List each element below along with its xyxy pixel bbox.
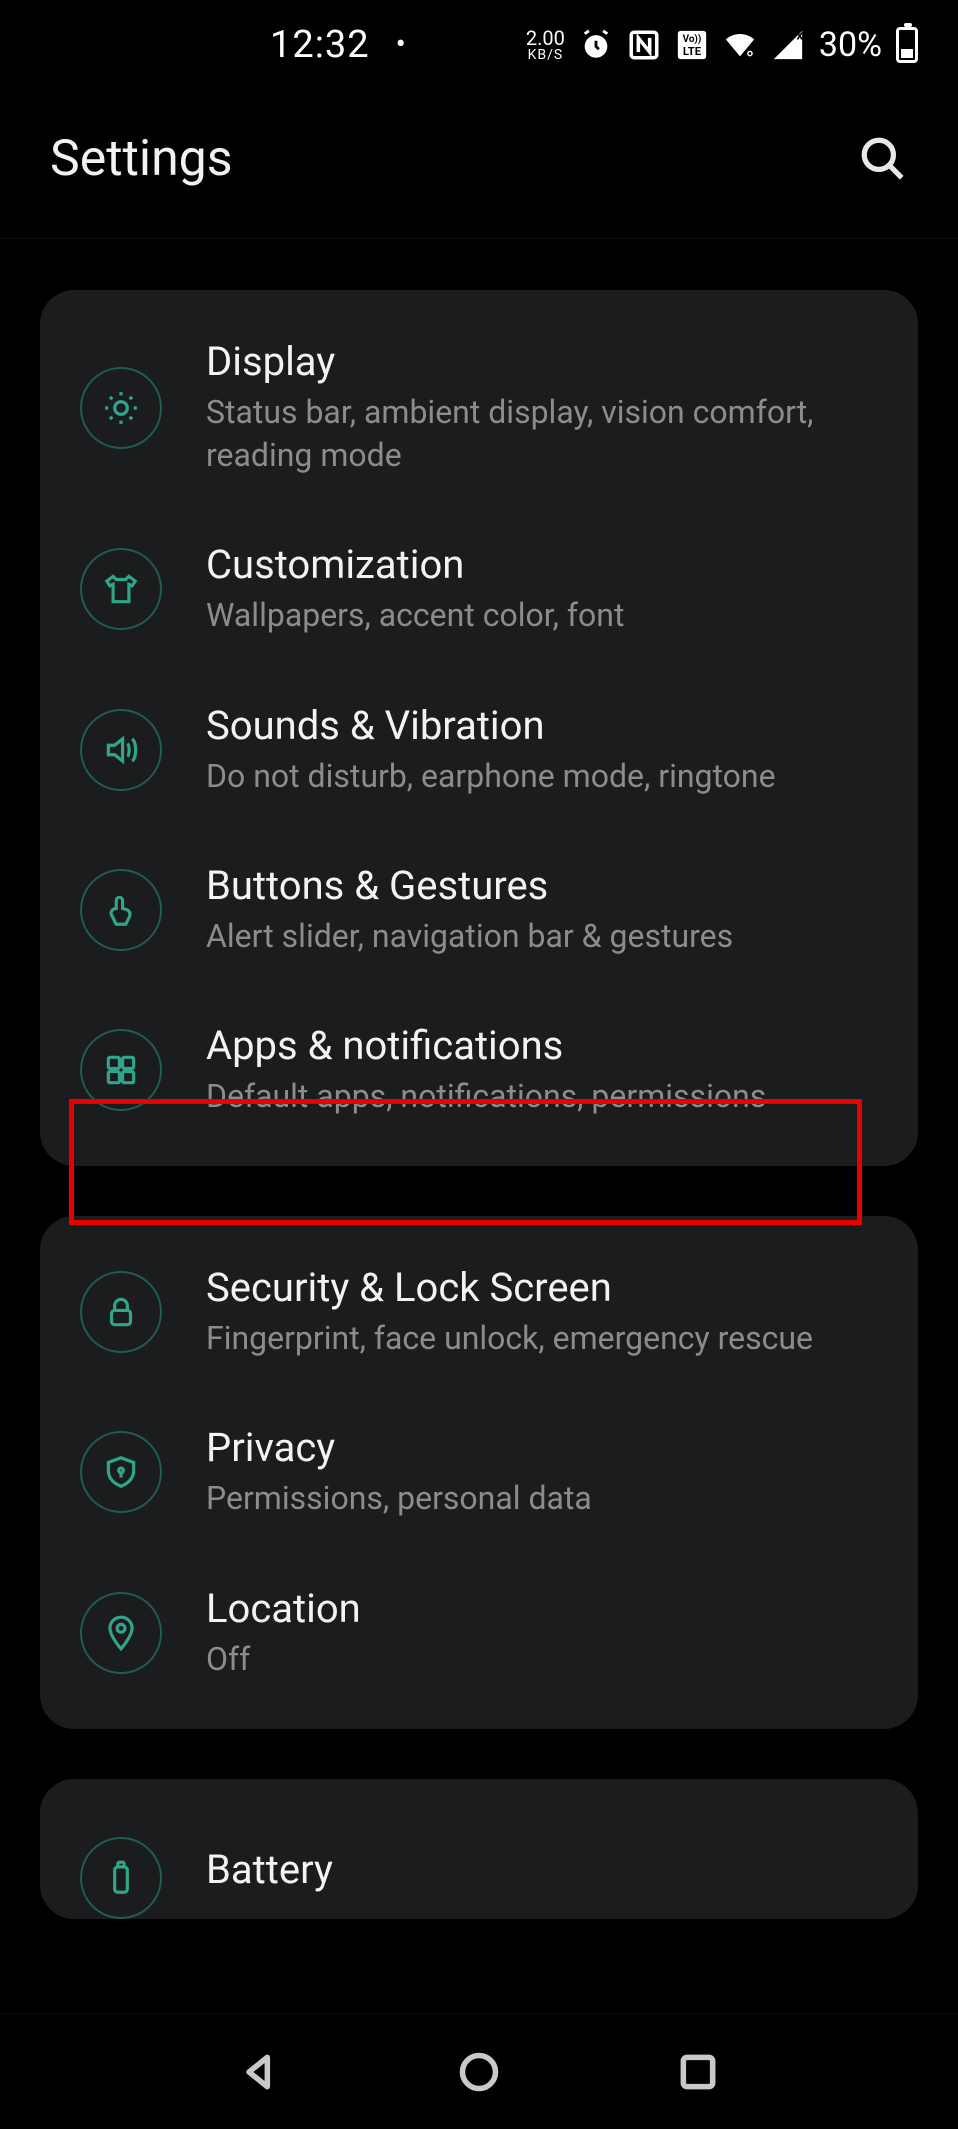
network-speed-unit: KB/S — [528, 48, 564, 62]
network-speed-value: 2.00 — [526, 28, 565, 48]
network-speed-indicator: 2.00 KB/S — [526, 28, 565, 62]
settings-item-customization[interactable]: Customization Wallpapers, accent color, … — [40, 509, 918, 669]
nfc-icon — [627, 28, 661, 62]
app-header: Settings — [0, 90, 958, 238]
search-icon — [858, 134, 908, 184]
settings-group-2: Security & Lock Screen Fingerprint, face… — [40, 1216, 918, 1729]
location-icon — [80, 1592, 162, 1674]
settings-item-subtitle: Do not disturb, earphone mode, ringtone — [206, 755, 878, 798]
back-triangle-icon — [238, 2050, 282, 2094]
volte-icon: Vo))LTE — [675, 28, 709, 62]
settings-item-apps-notifications[interactable]: Apps & notifications Default apps, notif… — [40, 990, 918, 1132]
brightness-icon — [80, 367, 162, 449]
settings-item-location[interactable]: Location Off — [40, 1553, 918, 1695]
wifi-icon — [723, 28, 757, 62]
home-circle-icon — [457, 2050, 501, 2094]
settings-item-title: Security & Lock Screen — [206, 1264, 878, 1311]
svg-text:LTE: LTE — [683, 44, 702, 58]
tshirt-icon — [80, 548, 162, 630]
settings-item-security[interactable]: Security & Lock Screen Fingerprint, face… — [40, 1250, 918, 1392]
settings-group-3: Battery — [40, 1779, 918, 1919]
notification-dot-icon: • — [396, 30, 406, 60]
search-button[interactable] — [858, 134, 908, 184]
nav-recents-button[interactable] — [670, 2044, 726, 2100]
settings-item-title: Location — [206, 1585, 878, 1632]
navigation-bar — [0, 2013, 958, 2129]
settings-group-1: Display Status bar, ambient display, vis… — [40, 290, 918, 1166]
settings-item-title: Display — [206, 338, 878, 385]
settings-item-title: Customization — [206, 541, 878, 588]
settings-item-title: Battery — [206, 1846, 878, 1893]
settings-item-title: Privacy — [206, 1424, 878, 1471]
settings-item-buttons[interactable]: Buttons & Gestures Alert slider, navigat… — [40, 830, 918, 990]
alarm-icon — [579, 28, 613, 62]
apps-icon — [80, 1029, 162, 1111]
settings-item-subtitle: Off — [206, 1638, 878, 1681]
settings-item-sounds[interactable]: Sounds & Vibration Do not disturb, earph… — [40, 670, 918, 830]
settings-item-subtitle: Wallpapers, accent color, font — [206, 594, 878, 637]
nav-back-button[interactable] — [232, 2044, 288, 2100]
nav-home-button[interactable] — [451, 2044, 507, 2100]
settings-item-subtitle: Default apps, notifications, permissions — [206, 1075, 878, 1118]
settings-item-display[interactable]: Display Status bar, ambient display, vis… — [40, 324, 918, 509]
shield-icon — [80, 1431, 162, 1513]
settings-item-title: Apps & notifications — [206, 1022, 878, 1069]
settings-item-privacy[interactable]: Privacy Permissions, personal data — [40, 1392, 918, 1552]
gesture-icon — [80, 869, 162, 951]
settings-item-title: Buttons & Gestures — [206, 862, 878, 909]
settings-item-subtitle: Status bar, ambient display, vision comf… — [206, 391, 878, 477]
svg-text:x: x — [796, 28, 803, 43]
settings-item-subtitle: Fingerprint, face unlock, emergency resc… — [206, 1317, 878, 1360]
status-bar: 12:32 • 2.00 KB/S Vo))LTE x 30% — [0, 0, 958, 90]
settings-item-subtitle: Permissions, personal data — [206, 1477, 878, 1520]
cellular-signal-icon: x — [771, 28, 805, 62]
battery-percentage: 30% — [819, 25, 882, 65]
settings-item-title: Sounds & Vibration — [206, 702, 878, 749]
status-time: 12:32 — [270, 23, 370, 67]
speaker-icon — [80, 709, 162, 791]
battery-icon — [896, 27, 918, 63]
settings-item-subtitle: Alert slider, navigation bar & gestures — [206, 915, 878, 958]
lock-icon — [80, 1271, 162, 1353]
settings-item-battery[interactable]: Battery — [40, 1813, 918, 1919]
recents-square-icon — [676, 2050, 720, 2094]
page-title: Settings — [50, 130, 233, 188]
battery-icon — [80, 1837, 162, 1919]
settings-scroll-area[interactable]: Display Status bar, ambient display, vis… — [0, 290, 958, 1980]
header-divider — [0, 238, 958, 239]
